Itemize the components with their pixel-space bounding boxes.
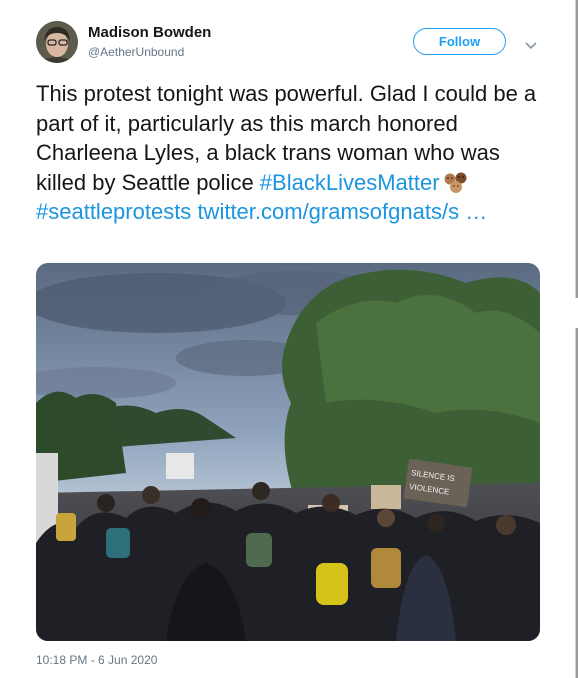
tweet-photo[interactable]: SILENCE IS VIOLENCE	[36, 263, 540, 641]
tweet-text: This protest tonight was powerful. Glad …	[36, 79, 556, 227]
raised-fists-emoji	[442, 172, 472, 194]
avatar[interactable]	[36, 21, 78, 63]
chevron-down-icon[interactable]	[524, 38, 538, 50]
hashtag-seattleprotests[interactable]: #seattleprotests	[36, 199, 191, 224]
author-name[interactable]: Madison Bowden	[88, 24, 211, 41]
tweet-timestamp[interactable]: 10:18 PM - 6 Jun 2020	[36, 653, 157, 667]
author-handle[interactable]: @AetherUnbound	[88, 45, 184, 59]
hashtag-blacklivesmatter[interactable]: #BlackLivesMatter	[260, 170, 440, 195]
tweet-quoted-link[interactable]: twitter.com/gramsofgnats/s …	[197, 199, 487, 224]
follow-button[interactable]: Follow	[413, 28, 506, 55]
